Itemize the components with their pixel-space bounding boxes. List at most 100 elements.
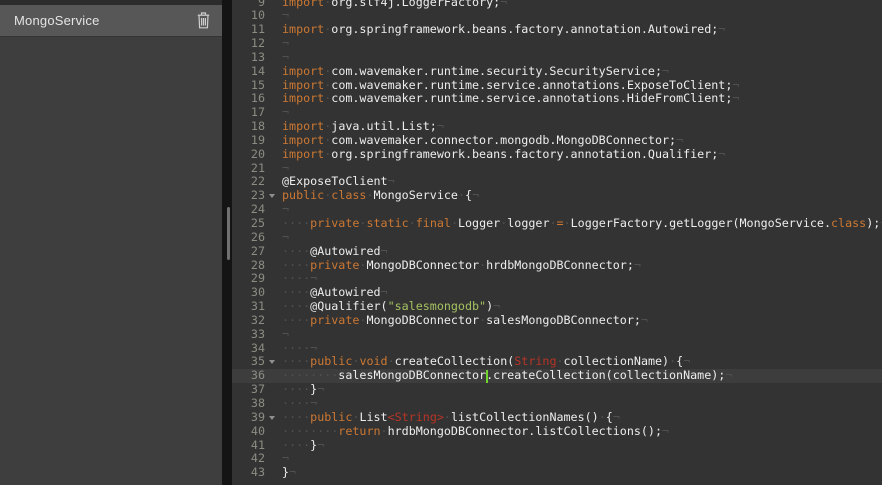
delete-service-button[interactable]	[192, 10, 214, 32]
code-line[interactable]: 9import·org.slf4j.LoggerFactory;¬	[232, 0, 882, 9]
code-text: ¬	[282, 230, 289, 244]
code-line[interactable]: 19import·com.wavemaker.connector.mongodb…	[232, 134, 882, 148]
line-number[interactable]: 14	[232, 65, 265, 79]
line-number[interactable]: 15	[232, 79, 265, 93]
line-number[interactable]: 20	[232, 148, 265, 162]
code-text: ····@Qualifier("salesmongodb")¬	[282, 299, 500, 313]
line-end-marker: ¬	[388, 174, 395, 188]
code-line[interactable]: 29····¬	[232, 272, 882, 286]
code-line[interactable]: 10¬	[232, 9, 882, 23]
code-line[interactable]: 28····private·MongoDBConnector·hrdbMongo…	[232, 259, 882, 273]
code-line[interactable]: 24 ¬	[232, 203, 882, 217]
gutter-spacer	[265, 425, 282, 439]
code-line[interactable]: 25····private·static·final·Logger·logger…	[232, 217, 882, 231]
line-number[interactable]: 11	[232, 23, 265, 37]
code-line[interactable]: 14import·com.wavemaker.runtime.security.…	[232, 65, 882, 79]
line-number[interactable]: 26	[232, 231, 265, 245]
gutter-spacer	[265, 369, 282, 383]
line-end-marker: ¬	[282, 202, 289, 216]
line-end-marker: ¬	[282, 451, 289, 465]
line-number[interactable]: 13	[232, 51, 265, 65]
line-number[interactable]: 40	[232, 425, 265, 439]
code-text: }¬	[282, 465, 296, 479]
code-line[interactable]: 35····public·void·createCollection(Strin…	[232, 355, 882, 369]
code-line[interactable]: 18 import·java.util.List;¬	[232, 120, 882, 134]
line-number[interactable]: 28	[232, 259, 265, 273]
line-number[interactable]: 10	[232, 9, 265, 23]
line-number[interactable]: 39	[232, 411, 265, 425]
fold-toggle[interactable]	[265, 411, 282, 425]
line-end-marker: ¬	[662, 424, 669, 438]
line-number[interactable]: 35	[232, 355, 265, 369]
line-number[interactable]: 43	[232, 466, 265, 480]
code-line[interactable]: 32····private·MongoDBConnector·salesMong…	[232, 314, 882, 328]
code-line[interactable]: 41····}¬	[232, 439, 882, 453]
code-line[interactable]: 21¬	[232, 162, 882, 176]
line-number[interactable]: 36	[232, 369, 265, 383]
code-line[interactable]: 38····¬	[232, 397, 882, 411]
code-line[interactable]: 22@ExposeToClient¬	[232, 175, 882, 189]
line-number[interactable]: 21	[232, 162, 265, 176]
line-number[interactable]: 25	[232, 217, 265, 231]
code-line[interactable]: 33 ¬	[232, 328, 882, 342]
line-number[interactable]: 33	[232, 328, 265, 342]
line-number[interactable]: 18	[232, 120, 265, 134]
code-text: ¬	[282, 36, 289, 50]
code-line[interactable]: 17¬	[232, 106, 882, 120]
line-number[interactable]: 30	[232, 286, 265, 300]
fold-toggle[interactable]	[265, 355, 282, 369]
line-number[interactable]: 32	[232, 314, 265, 328]
line-number[interactable]: 34	[232, 342, 265, 356]
line-number[interactable]: 38	[232, 397, 265, 411]
line-number[interactable]: 22	[232, 175, 265, 189]
line-number[interactable]: 12	[232, 37, 265, 51]
code-line[interactable]: 34····¬	[232, 342, 882, 356]
gutter-spacer	[265, 134, 282, 148]
code-line[interactable]: 16import·com.wavemaker.runtime.service.a…	[232, 92, 882, 106]
line-number[interactable]: 41	[232, 439, 265, 453]
line-number[interactable]: 23	[232, 189, 265, 203]
code-text: import·org.springframework.beans.factory…	[282, 147, 725, 161]
line-number[interactable]: 16	[232, 92, 265, 106]
code-line[interactable]: 20 import·org.springframework.beans.facto…	[232, 148, 882, 162]
fold-arrow-icon	[269, 360, 275, 364]
code-line[interactable]: 36········salesMongoDBConnector.createCo…	[232, 369, 882, 383]
line-number[interactable]: 27	[232, 245, 265, 259]
code-line[interactable]: 37····}¬	[232, 383, 882, 397]
code-line[interactable]: 11import·org.springframework.beans.facto…	[232, 23, 882, 37]
splitter-scroll-handle[interactable]	[227, 207, 230, 260]
code-line[interactable]: 30····@Autowired¬	[232, 286, 882, 300]
code-line[interactable]: 26 ¬	[232, 231, 882, 245]
line-number[interactable]: 31	[232, 300, 265, 314]
code-line[interactable]: 40········return·hrdbMongoDBConnector.li…	[232, 425, 882, 439]
panel-splitter[interactable]	[222, 0, 232, 485]
code-text: public·class·MongoService·{¬	[282, 188, 479, 202]
fold-toggle[interactable]	[265, 189, 282, 203]
gutter-spacer	[265, 106, 282, 120]
code-line[interactable]: 43 }¬	[232, 466, 882, 480]
code-line[interactable]: 31 ····@Qualifier("salesmongodb")¬	[232, 300, 882, 314]
gutter-spacer	[265, 92, 282, 106]
line-number[interactable]: 19	[232, 134, 265, 148]
code-text: import·java.util.List;¬	[282, 119, 444, 133]
line-number[interactable]: 29	[232, 272, 265, 286]
line-number[interactable]: 17	[232, 106, 265, 120]
line-number[interactable]: 42	[232, 452, 265, 466]
line-end-marker: ¬	[500, 0, 507, 9]
code-line[interactable]: 13¬	[232, 51, 882, 65]
code-editor[interactable]: 9import·org.slf4j.LoggerFactory;¬10¬11im…	[232, 0, 882, 485]
line-number[interactable]: 24	[232, 203, 265, 217]
gutter-spacer	[265, 203, 282, 217]
code-line[interactable]: 42 ¬	[232, 452, 882, 466]
service-list-item[interactable]: MongoService	[0, 5, 222, 37]
code-line[interactable]: 15import·com.wavemaker.runtime.service.a…	[232, 79, 882, 93]
code-line[interactable]: 23 public·class·MongoService·{¬	[232, 189, 882, 203]
line-number[interactable]: 37	[232, 383, 265, 397]
code-line[interactable]: 12 ¬	[232, 37, 882, 51]
line-end-marker: ¬	[310, 396, 317, 410]
code-line[interactable]: 39····public·List<String>·listCollection…	[232, 411, 882, 425]
code-line[interactable]: 27····@Autowired¬	[232, 245, 882, 259]
line-end-marker: ¬	[282, 327, 289, 341]
line-end-marker: ¬	[676, 133, 683, 147]
gutter-spacer	[265, 51, 282, 65]
